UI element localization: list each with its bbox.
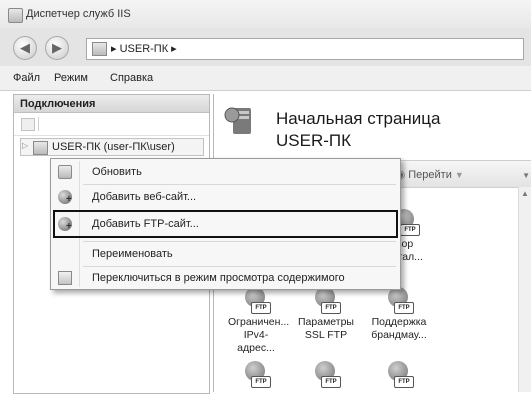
ftp-logging-icon: FTP	[385, 360, 414, 388]
context-menu: Обновить Добавить веб-сайт... Добавить F…	[50, 158, 401, 290]
menu-item-label: Обновить	[92, 166, 142, 178]
menu-item-add-ftp-site[interactable]: Добавить FTP-сайт...	[53, 210, 398, 238]
scroll-down-icon[interactable]: ▼	[522, 171, 530, 180]
feature-authorization[interactable]: FTP	[298, 360, 354, 388]
ftp-ipv4-icon: FTP	[242, 286, 271, 314]
tree-node-server[interactable]: ▷ USER-ПК (user-ПК\user)	[20, 138, 204, 156]
scroll-up-icon[interactable]: ▲	[521, 189, 529, 198]
menu-item-refresh[interactable]: Обновить	[51, 161, 400, 183]
server-icon	[92, 42, 107, 56]
feature-logging[interactable]: FTP	[371, 360, 427, 388]
title-bar: Диспетчер служб IIS	[0, 0, 531, 28]
feature-firewall-support[interactable]: FTP Поддержка брандмау...	[371, 286, 427, 342]
expand-arrow-icon[interactable]: ▷	[22, 141, 28, 150]
vertical-scrollbar[interactable]: ▲	[518, 187, 531, 392]
menu-separator	[83, 184, 396, 185]
menu-item-label: Переименовать	[92, 248, 173, 260]
forward-arrow-icon[interactable]: ▶	[45, 36, 69, 60]
refresh-icon	[58, 165, 72, 179]
connections-header: Подключения	[14, 95, 209, 113]
menu-item-switch-content-view[interactable]: Переключиться в режим просмотра содержим…	[51, 267, 400, 289]
address-breadcrumb[interactable]: ▸ USER-ПК ▸	[111, 42, 177, 55]
add-ftp-site-icon	[58, 217, 72, 232]
menu-item-label: Добавить веб-сайт...	[92, 191, 197, 203]
toolbar-separator	[38, 117, 39, 131]
iis-app-icon	[8, 8, 23, 23]
menu-view[interactable]: Режим	[54, 72, 88, 84]
window-title: Диспетчер служб IIS	[26, 8, 131, 20]
connect-icon[interactable]	[21, 118, 35, 131]
ftp-ssl-icon: FTP	[312, 286, 341, 314]
menu-help[interactable]: Справка	[110, 72, 153, 84]
page-title: Начальная страница USER-ПК	[276, 109, 441, 150]
menu-file[interactable]: Файл	[13, 72, 40, 84]
connections-toolbar	[14, 113, 209, 136]
menu-item-rename[interactable]: Переименовать	[51, 243, 400, 265]
server-home-icon	[224, 107, 251, 134]
navigation-bar: ◀ ▶ ▸ USER-ПК ▸	[0, 28, 531, 66]
menu-separator	[83, 241, 396, 242]
chevron-down-icon: ▼	[454, 170, 464, 180]
menu-item-label: Добавить FTP-сайт...	[92, 218, 199, 230]
menu-item-add-website[interactable]: Добавить веб-сайт...	[51, 186, 400, 208]
feature-label: Ограничен... IPv4-адрес...	[228, 316, 290, 354]
feature-ssl-settings[interactable]: FTP Параметры SSL FTP	[298, 286, 354, 342]
goto-label: Перейти	[408, 169, 452, 181]
feature-label: Поддержка брандмау...	[371, 316, 427, 341]
menu-item-label: Переключиться в режим просмотра содержим…	[92, 272, 345, 284]
tree-node-label: USER-ПК (user-ПК\user)	[52, 141, 175, 153]
ftp-authentication-icon: FTP	[242, 360, 271, 388]
content-view-icon	[58, 271, 72, 285]
add-website-icon	[58, 190, 72, 205]
ftp-firewall-icon: FTP	[385, 286, 414, 314]
feature-label: Параметры SSL FTP	[298, 316, 354, 341]
server-icon	[33, 141, 48, 155]
back-arrow-icon[interactable]: ◀	[13, 36, 37, 60]
feature-authentication[interactable]: FTP	[228, 360, 284, 388]
feature-ipv4-restrictions[interactable]: FTP Ограничен... IPv4-адрес...	[228, 286, 290, 355]
menu-bar: Файл Режим Справка	[0, 66, 531, 91]
address-bar[interactable]: ▸ USER-ПК ▸	[86, 38, 524, 60]
ftp-authorization-icon: FTP	[312, 360, 341, 388]
